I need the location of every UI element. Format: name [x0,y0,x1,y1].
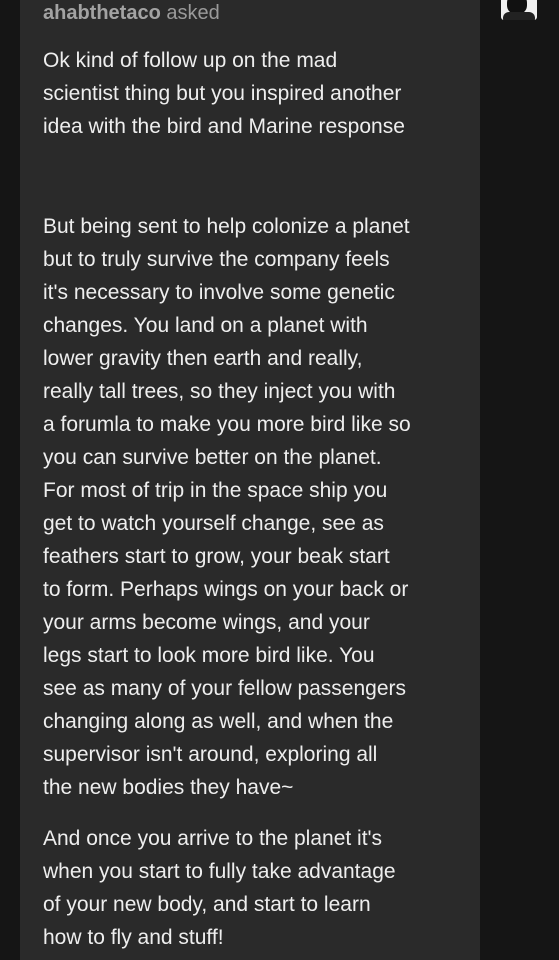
question-line: but to truly survive the company feels [43,248,390,271]
question-line: a forumla to make you more bird like so [43,413,411,436]
question-line: feathers start to grow, your beak start [43,545,390,568]
question-line: your arms become wings, and your [43,611,370,634]
question-line: legs start to look more bird like. You [43,644,375,667]
question-line: get to watch yourself change, see as [43,512,384,535]
asked-label: asked [166,2,220,24]
question-line: when you start to fully take advantage [43,860,396,883]
question-line: it's necessary to involve some genetic [43,281,395,304]
question-line: you can survive better on the planet. [43,446,382,469]
asker-avatar[interactable] [501,0,537,20]
question-line: supervisor isn't around, exploring all [43,743,378,766]
question-paragraph-2: But being sent to help colonize a planet… [43,210,463,804]
question-line: see as many of your fellow passengers [43,677,407,700]
question-paragraph-1: Ok kind of follow up on the mad scientis… [43,44,463,143]
question-line: lower gravity then earth and really, [43,347,363,370]
avatar-collar-icon [503,12,535,20]
ask-header: ahabthetaco asked [43,0,220,26]
question-line: of your new body, and start to learn [43,893,371,916]
question-line: changing along as well, and when the [43,710,394,733]
question-line: idea with the bird and Marine response [43,115,405,138]
question-line: really tall trees, so they inject you wi… [43,380,396,403]
question-paragraph-3: And once you arrive to the planet it's w… [43,822,463,954]
question-line: how to fly and stuff! [43,926,224,949]
question-line: Ok kind of follow up on the mad [43,49,338,72]
question-line: changes. You land on a planet with [43,314,368,337]
question-line: And once you arrive to the planet it's [43,827,383,850]
question-line: But being sent to help colonize a planet [43,215,410,238]
question-line: the new bodies they have~ [43,776,294,799]
asker-username[interactable]: ahabthetaco [43,2,161,24]
question-line: to form. Perhaps wings on your back or [43,578,409,601]
question-line: For most of trip in the space ship you [43,479,388,502]
question-line: scientist thing but you inspired another [43,82,402,105]
